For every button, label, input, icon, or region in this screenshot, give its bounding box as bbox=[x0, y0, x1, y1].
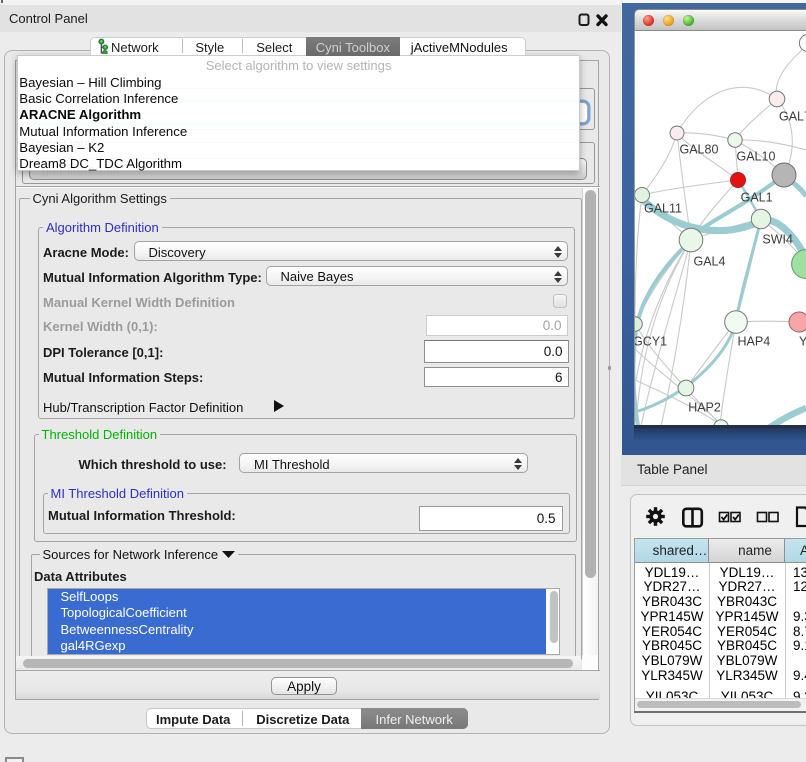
svg-text:GAL4: GAL4 bbox=[694, 255, 726, 269]
svg-text:GAL80: GAL80 bbox=[680, 143, 719, 157]
svg-text:GAL7: GAL7 bbox=[779, 109, 806, 123]
svg-text:GAL11: GAL11 bbox=[644, 202, 682, 216]
svg-text:GAL1: GAL1 bbox=[741, 191, 773, 205]
svg-text:SWI4: SWI4 bbox=[762, 232, 793, 246]
svg-text:HAP4: HAP4 bbox=[738, 335, 771, 349]
svg-text:YM: YM bbox=[799, 335, 806, 349]
svg-text:GCY1: GCY1 bbox=[635, 335, 667, 349]
svg-text:HAP2: HAP2 bbox=[688, 400, 721, 414]
svg-text:GAL10: GAL10 bbox=[737, 150, 776, 164]
